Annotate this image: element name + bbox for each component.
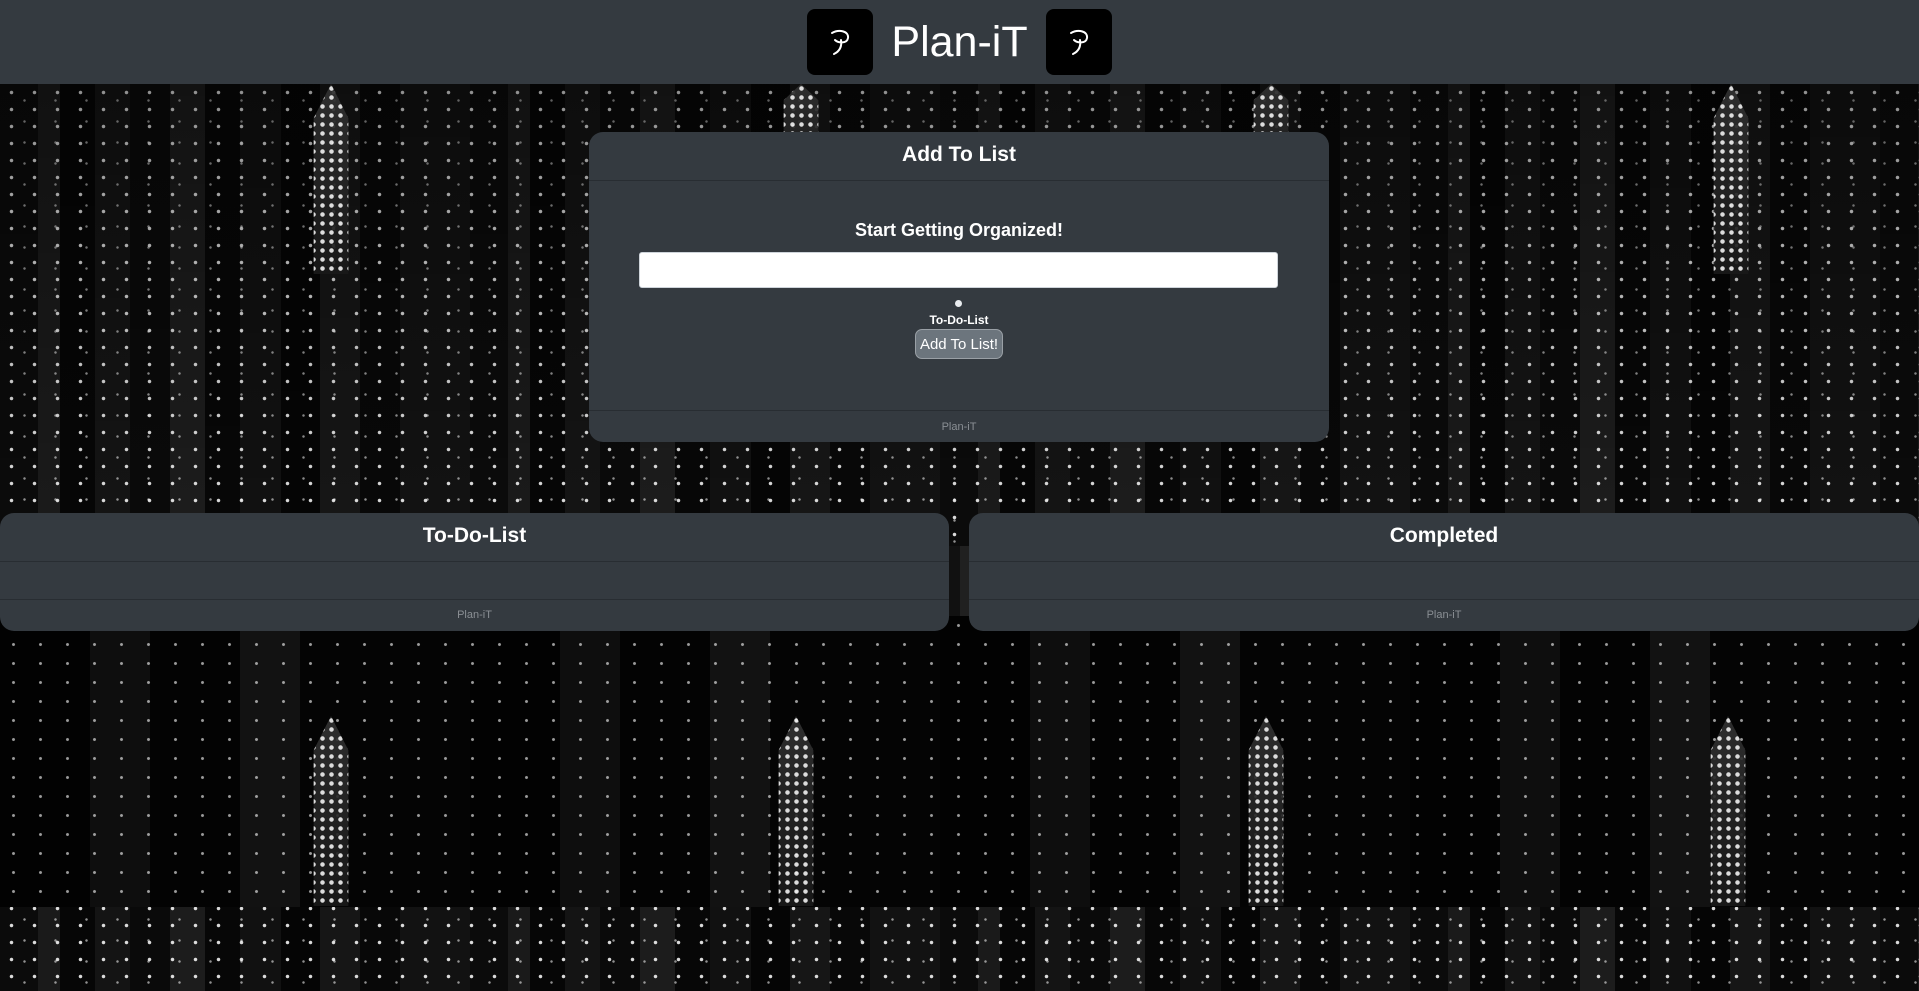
add-card-title: Add To List — [589, 132, 1329, 181]
todo-card-title: To-Do-List — [0, 513, 949, 562]
add-card-footer: Plan-iT — [589, 410, 1329, 442]
add-to-list-button[interactable]: Add To List! — [915, 329, 1003, 359]
building-spire-decoration — [313, 716, 349, 906]
completed-card-footer: Plan-iT — [1426, 609, 1462, 621]
logo-right — [1045, 9, 1112, 75]
todo-list-items — [0, 562, 949, 600]
todo-list-card: To-Do-List Plan-iT — [0, 513, 949, 631]
navbar: Plan-iT — [0, 0, 1919, 84]
todo-radio-label: To-Do-List — [929, 313, 989, 327]
building-spire-decoration — [1710, 716, 1746, 906]
completed-card-title: Completed — [969, 513, 1919, 562]
brand-title: Plan-iT — [891, 17, 1028, 66]
completed-list-card: Completed Plan-iT — [969, 513, 1919, 631]
p-swirl-icon — [1069, 29, 1088, 55]
building-spire-decoration — [778, 716, 814, 906]
completed-list-items — [969, 562, 1919, 600]
logo-left — [807, 9, 874, 75]
add-card-prompt: Start Getting Organized! — [854, 220, 1063, 240]
city-background-lower — [0, 616, 1919, 907]
building-spire-decoration — [1248, 716, 1284, 906]
add-to-list-card: Add To List Start Getting Organized! To-… — [589, 132, 1329, 442]
todo-radio[interactable] — [955, 300, 962, 307]
building-spire-decoration — [313, 84, 349, 274]
p-swirl-icon — [831, 29, 850, 55]
task-input[interactable] — [639, 252, 1278, 288]
todo-card-footer: Plan-iT — [457, 609, 492, 621]
building-spire-decoration — [1713, 84, 1749, 274]
add-card-body: Start Getting Organized! To-Do-List Add … — [589, 181, 1329, 410]
